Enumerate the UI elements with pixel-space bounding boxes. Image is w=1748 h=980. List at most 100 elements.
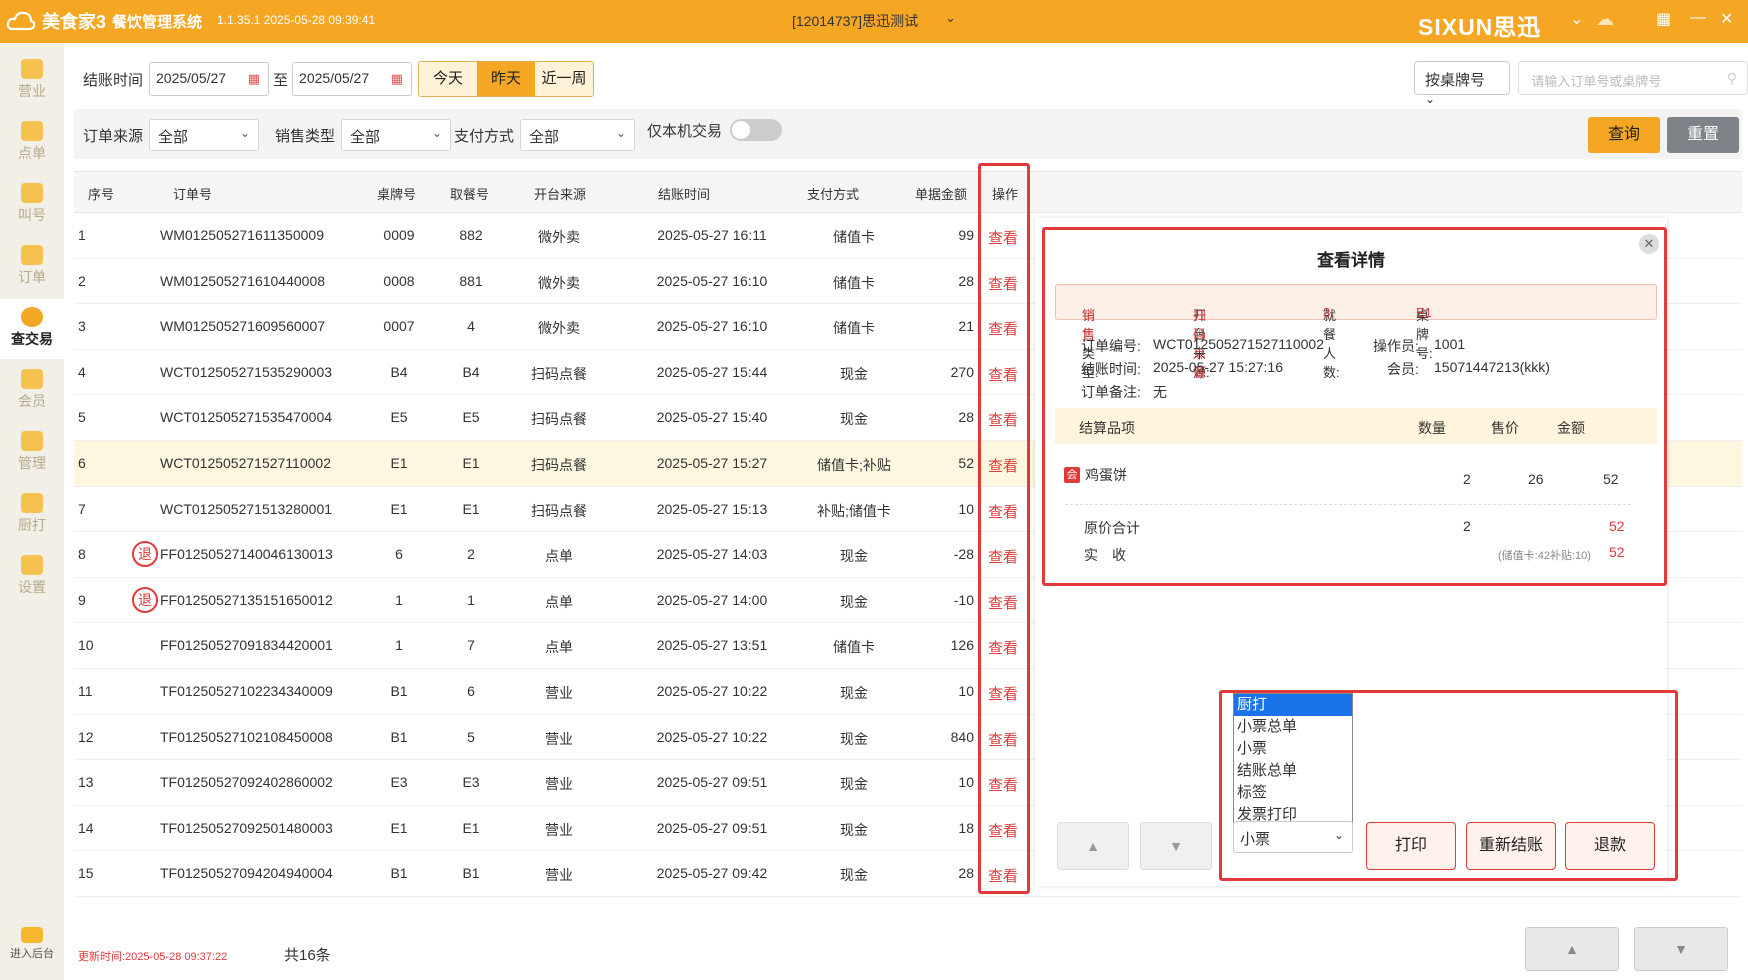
search-mode-select[interactable]: 按桌牌号 ⌄ <box>1414 61 1511 106</box>
cell-amount: 18 <box>958 819 974 836</box>
sale-type-select[interactable]: 全部 ⌄ <box>341 119 452 151</box>
cell-table: 6 <box>395 546 403 563</box>
cell-source: 扫码点餐 <box>531 411 587 428</box>
page-down-button[interactable]: ▼ <box>1634 927 1728 971</box>
cell-source: 营业 <box>545 776 573 793</box>
cell-no: 12 <box>78 728 94 745</box>
close-icon[interactable]: ✕ <box>1720 9 1733 29</box>
cell-no: 7 <box>78 500 86 517</box>
triangle-down-icon: ▼ <box>1674 941 1688 957</box>
cell-pickup: B1 <box>462 865 480 882</box>
sidebar-item-settings[interactable]: 设置 <box>0 547 64 607</box>
cell-pickup: 6 <box>467 682 475 699</box>
cell-source: 点单 <box>545 639 573 656</box>
chevron-down-icon[interactable]: ⌄ <box>945 10 956 26</box>
cell-time: 2025-05-27 10:22 <box>656 682 768 699</box>
date-from-value: 2025/05/27 <box>156 70 227 86</box>
chevron-down-icon: ⌄ <box>239 126 251 140</box>
query-button[interactable]: 查询 <box>1588 117 1660 153</box>
scroll-down-button[interactable]: ▼ <box>1140 822 1212 870</box>
pay-method-select[interactable]: 全部 ⌄ <box>520 119 636 151</box>
cell-pickup: 882 <box>459 227 483 243</box>
search-area: 按桌牌号 ⌄ 请输入订单号或桌牌号 ⚲ <box>1414 61 1748 106</box>
col-order: 订单号 <box>173 187 213 202</box>
cell-amount: -28 <box>953 546 974 563</box>
cell-table: 1 <box>395 637 403 654</box>
range-yesterday-button[interactable]: 昨天 <box>477 62 536 96</box>
cloud-status-icon[interactable]: ☁ <box>1596 9 1614 30</box>
store-selector[interactable]: [12014737]思迅测试 <box>792 11 918 31</box>
range-week-button[interactable]: 近一周 <box>535 62 594 96</box>
cell-source: 微外卖 <box>538 320 580 337</box>
cell-table: E3 <box>390 774 408 791</box>
page-up-button[interactable]: ▲ <box>1525 927 1619 971</box>
cell-order: WM012505271609560007 <box>160 318 326 335</box>
sidebar: 营业 点单 叫号 订单 查交易 会员 管理 厨打 设置 进入后台 <box>0 43 64 980</box>
local-only-toggle[interactable] <box>730 119 783 141</box>
sidebar-item-order[interactable]: 点单 <box>0 113 64 173</box>
chevron-down-icon[interactable]: ⌄ <box>1570 9 1583 29</box>
sidebar-item-transactions[interactable]: 查交易 <box>0 299 64 359</box>
sidebar-item-kitchen[interactable]: 厨打 <box>0 485 64 545</box>
sidebar-item-label: 订单 <box>18 269 46 285</box>
reset-button[interactable]: 重置 <box>1667 117 1739 153</box>
sidebar-item-manage[interactable]: 管理 <box>0 423 64 483</box>
sidebar-item-business[interactable]: 营业 <box>0 51 64 111</box>
calendar-icon: ▦ <box>247 71 261 86</box>
cell-time: 2025-05-27 16:11 <box>657 227 767 243</box>
number-icon <box>21 183 43 203</box>
list-icon <box>21 245 43 265</box>
cell-no: 10 <box>78 637 94 654</box>
qr-code-icon[interactable]: ▦ <box>1656 9 1671 29</box>
cell-pickup: 2 <box>467 546 475 563</box>
sidebar-item-member[interactable]: 会员 <box>0 361 64 421</box>
search-mode-value: 按桌牌号 <box>1425 72 1486 89</box>
order-source-select[interactable]: 全部 ⌄ <box>149 119 260 151</box>
cell-no: 5 <box>78 409 86 426</box>
cell-source: 营业 <box>545 730 573 747</box>
cell-amount: 99 <box>958 227 974 243</box>
order-source-label: 订单来源 <box>83 127 144 145</box>
cell-no: 2 <box>78 272 86 289</box>
backend-button[interactable]: 进入后台 <box>0 919 64 977</box>
chevron-down-icon: ⌄ <box>615 126 627 140</box>
scroll-up-button[interactable]: ▲ <box>1057 822 1129 870</box>
cell-no: 6 <box>78 454 86 471</box>
hand-icon <box>21 121 43 141</box>
col-no: 序号 <box>88 187 115 202</box>
sidebar-item-call[interactable]: 叫号 <box>0 175 64 235</box>
gear-icon <box>21 555 43 575</box>
triangle-down-icon: ▼ <box>1169 838 1183 854</box>
sale-type-value: 全部 <box>350 129 381 146</box>
cell-pay: 现金 <box>840 867 868 884</box>
backend-icon <box>21 927 43 943</box>
cell-source: 营业 <box>545 867 573 884</box>
record-count: 共16条 <box>284 947 331 964</box>
sidebar-item-label: 会员 <box>18 393 46 409</box>
date-from-field[interactable]: 2025/05/27 ▦ <box>149 62 270 96</box>
date-to-field[interactable]: 2025/05/27 ▦ <box>292 62 413 96</box>
sidebar-item-orders[interactable]: 订单 <box>0 237 64 297</box>
cell-pay: 现金 <box>840 684 868 701</box>
cell-time: 2025-05-27 14:00 <box>656 591 768 608</box>
quick-range-group: 今天 昨天 近一周 <box>418 61 595 97</box>
cell-pay: 现金 <box>840 548 868 565</box>
system-name: 餐饮管理系统 <box>112 14 203 31</box>
cloud-icon <box>6 11 36 31</box>
backend-label: 进入后台 <box>10 948 54 960</box>
cell-amount: -10 <box>953 591 974 608</box>
cell-source: 扫码点餐 <box>531 365 587 382</box>
cell-pickup: 4 <box>467 318 475 335</box>
cell-table: E1 <box>390 454 408 471</box>
cell-time: 2025-05-27 10:22 <box>656 728 768 745</box>
cell-time: 2025-05-27 09:51 <box>656 774 768 791</box>
range-today-button[interactable]: 今天 <box>419 62 478 96</box>
minimize-icon[interactable]: — <box>1690 9 1706 27</box>
cell-order: TF01250527092501480003 <box>160 819 333 836</box>
refund-badge-icon: 退 <box>132 586 158 613</box>
search-input[interactable]: 请输入订单号或桌牌号 ⚲ <box>1518 61 1748 95</box>
col-pay: 支付方式 <box>807 187 860 202</box>
search-placeholder: 请输入订单号或桌牌号 <box>1531 74 1662 89</box>
col-pickup: 取餐号 <box>450 187 490 202</box>
chevron-down-icon: ⌄ <box>431 126 443 140</box>
